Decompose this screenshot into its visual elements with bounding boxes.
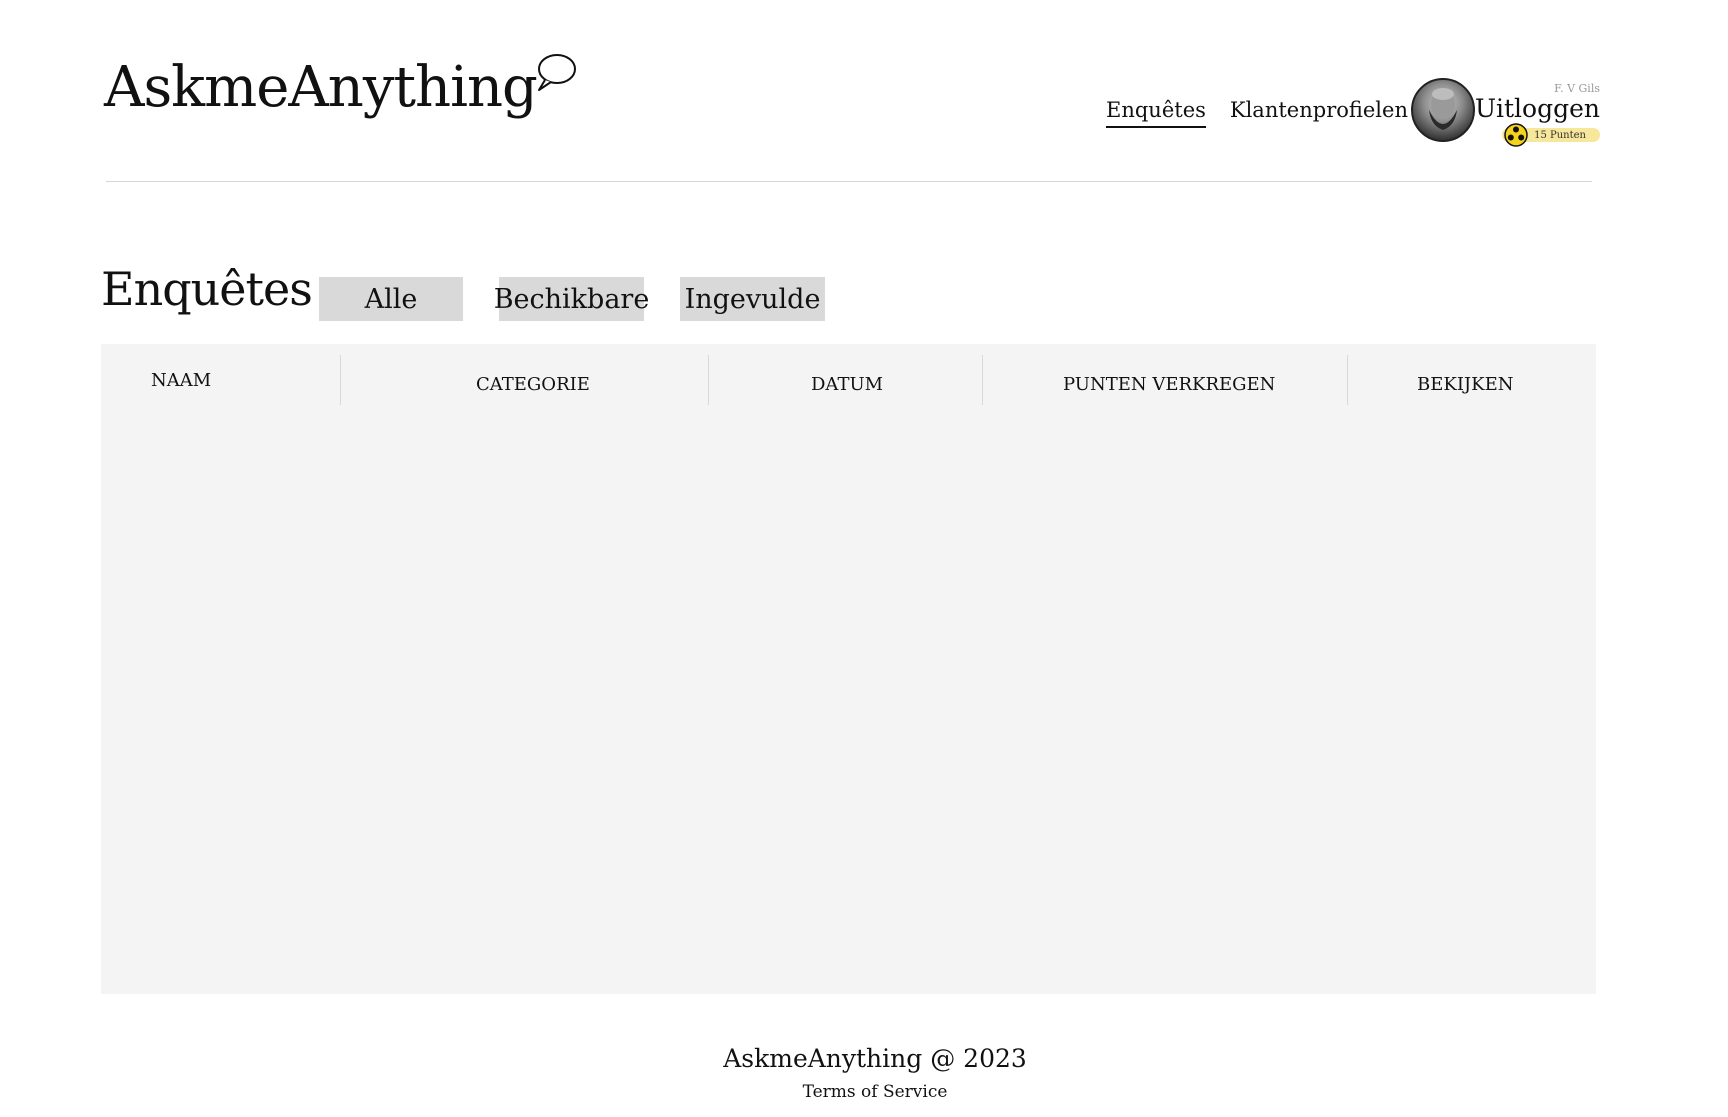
column-divider [340,355,341,405]
column-header-categorie[interactable]: CATEGORIE [476,374,590,395]
column-divider [982,355,983,405]
logo[interactable]: AskmeAnything [104,54,577,120]
column-header-bekijken[interactable]: BEKIJKEN [1417,374,1513,395]
user-block: F. V Gils Uitloggen 15 Punten [1475,82,1600,147]
logout-button[interactable]: Uitloggen [1475,95,1600,123]
filter-ingevulde[interactable]: Ingevulde [680,277,825,321]
page-title: Enquêtes [101,262,313,316]
column-header-naam[interactable]: NAAM [151,370,211,391]
speech-bubble-icon [537,54,576,91]
logo-text: AskmeAnything [104,55,538,120]
surveys-table: NAAM CATEGORIE DATUM PUNTEN VERKREGEN BE… [101,344,1596,994]
column-header-punten-verkregen[interactable]: PUNTEN VERKREGEN [1063,374,1275,395]
main-nav: Enquêtes Klantenprofielen [1106,98,1408,128]
column-divider [1347,355,1348,405]
nav-enquetes[interactable]: Enquêtes [1106,98,1206,128]
column-divider [708,355,709,405]
column-header-datum[interactable]: DATUM [811,374,883,395]
footer-copyright: AskmeAnything @ 2023 [723,1044,1027,1073]
filter-alle[interactable]: Alle [319,277,463,321]
points-label: 15 Punten [1534,129,1586,141]
header-divider [106,181,1592,182]
filter-bechikbare[interactable]: Bechikbare [494,277,649,321]
avatar-image [1429,88,1457,130]
terms-of-service-link[interactable]: Terms of Service [0,1082,1728,1102]
nav-klantenprofielen[interactable]: Klantenprofielen [1230,98,1408,128]
points-badge: 15 Punten [1502,123,1600,147]
avatar[interactable] [1411,78,1475,142]
coin-icon [1504,123,1528,147]
